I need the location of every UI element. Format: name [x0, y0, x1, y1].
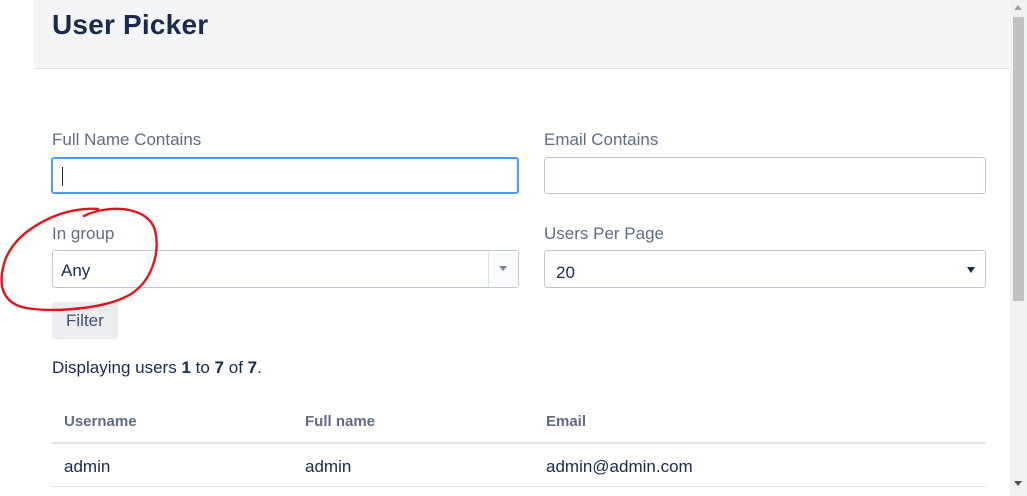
table-header-row: Username Full name Email — [52, 400, 986, 444]
group-select-toggle[interactable] — [488, 251, 518, 287]
user-picker-page: User Picker Full Name Contains Email Con… — [0, 0, 1027, 496]
full-name-input[interactable] — [51, 157, 519, 194]
full-name-label: Full Name Contains — [52, 130, 202, 149]
chevron-down-icon — [499, 266, 507, 271]
scroll-up-arrow-icon[interactable] — [1014, 5, 1022, 10]
scrollbar-thumb[interactable] — [1013, 17, 1024, 301]
column-header-email[interactable]: Email — [546, 413, 586, 430]
users-per-page-select[interactable]: 20 — [544, 250, 986, 288]
page-title: User Picker — [52, 9, 209, 40]
email-label: Email Contains — [544, 130, 659, 149]
group-select-value: Any — [61, 261, 91, 280]
summary-from: 1 — [181, 358, 191, 377]
page-header: User Picker — [34, 0, 1010, 69]
text-caret — [62, 167, 63, 186]
column-header-username[interactable]: Username — [64, 413, 137, 430]
group-select[interactable]: Any — [52, 250, 519, 288]
cell-username: admin — [64, 457, 111, 476]
summary-to: 7 — [214, 358, 225, 377]
users-per-page-label: Users Per Page — [544, 224, 664, 243]
results-summary: Displaying users 1 to 7 of 7. — [52, 358, 262, 377]
users-per-page-value: 20 — [556, 263, 575, 282]
column-header-full-name[interactable]: Full name — [305, 413, 375, 430]
users-table: Username Full name Email admin admin adm… — [52, 400, 986, 487]
vertical-scrollbar[interactable] — [1010, 0, 1027, 496]
filter-button[interactable]: Filter — [52, 302, 118, 339]
table-row[interactable]: admin admin admin@admin.com — [52, 444, 986, 487]
email-input[interactable] — [544, 157, 986, 194]
cell-full-name: admin — [305, 457, 352, 476]
summary-total: 7 — [247, 358, 258, 377]
scroll-down-arrow-icon[interactable] — [1014, 481, 1022, 486]
cell-email: admin@admin.com — [546, 457, 693, 476]
group-label: In group — [52, 224, 115, 243]
triangle-down-icon — [967, 267, 975, 273]
